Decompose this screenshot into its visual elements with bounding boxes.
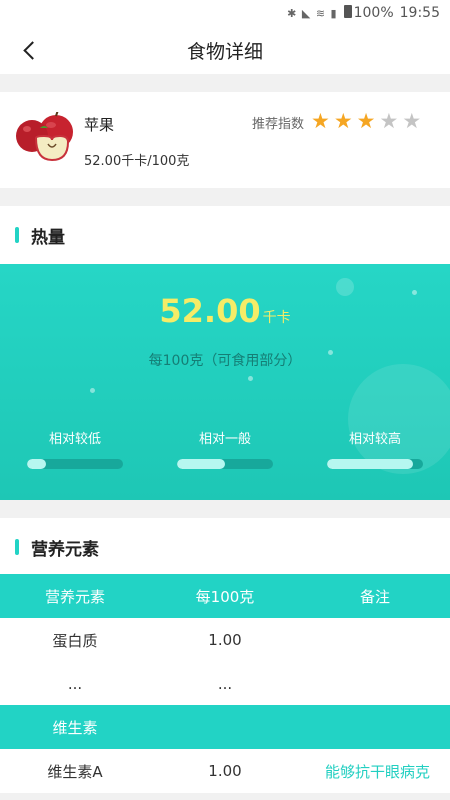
- level-track: [177, 459, 273, 469]
- decor-dot: [248, 376, 253, 381]
- chevron-left-icon: [22, 40, 42, 60]
- decor-dot: [90, 388, 95, 393]
- star-icon: ★: [402, 109, 422, 133]
- column-header-note: 备注: [359, 587, 390, 606]
- energy-per-label: 每100克（可食用部分）: [148, 353, 302, 369]
- nutrient-name: 蛋白质: [52, 631, 98, 650]
- energy-section-header: 热量: [0, 206, 450, 264]
- nutrition-table-header: 营养元素 每100克 备注: [0, 574, 450, 618]
- battery-level: 100%: [343, 5, 394, 21]
- level-fill: [327, 459, 414, 469]
- section-accent-bar: [15, 227, 19, 243]
- food-calories: 52.00千卡/100克: [84, 154, 190, 169]
- page-title: 食物详细: [186, 40, 263, 63]
- energy-unit: 千卡: [262, 310, 291, 326]
- star-icon: ★: [379, 109, 399, 133]
- level-label: 相对一般: [198, 432, 251, 447]
- level-track: [327, 459, 423, 469]
- energy-section-title: 热量: [31, 227, 65, 248]
- nutrient-amount: 1.00: [208, 631, 242, 649]
- star-icon: ★: [311, 109, 330, 133]
- nutrient-note: 能够抗干眼病克: [324, 762, 430, 781]
- level-high: 相对较高: [327, 428, 423, 469]
- status-time: 19:55: [399, 5, 440, 21]
- nutrition-section-title: 营养元素: [31, 539, 99, 560]
- level-fill: [177, 459, 225, 469]
- battery-icon: [343, 5, 352, 18]
- nutrient-name: ...: [67, 674, 83, 693]
- level-label: 相对较低: [48, 432, 101, 447]
- back-button[interactable]: [14, 34, 46, 66]
- column-header-amount: 每100克: [195, 587, 255, 606]
- table-row: ... ...: [0, 662, 450, 705]
- nutrient-name: 维生素A: [47, 762, 103, 781]
- food-name: 苹果: [84, 116, 115, 134]
- column-header-nutrient: 营养元素: [44, 587, 105, 606]
- star-icon: ★: [333, 109, 353, 133]
- energy-panel: 52.00 千卡 每100克（可食用部分） 相对较低 相对一般 相对较高: [0, 264, 450, 500]
- energy-number: 52.00: [159, 292, 261, 330]
- table-row: 维生素A 1.00 能够抗干眼病克: [0, 749, 450, 793]
- nutrient-amount: 1.00: [208, 762, 242, 780]
- star-icon: ★: [356, 109, 376, 133]
- apple-image: [16, 112, 73, 162]
- level-low: 相对较低: [27, 428, 123, 469]
- nav-bar: 食物详细: [0, 26, 450, 74]
- nutrition-section-header: 营养元素: [0, 518, 450, 576]
- food-card: 苹果 52.00千卡/100克 推荐指数 ★ ★ ★ ★ ★: [0, 92, 450, 188]
- energy-value: 52.00 千卡: [0, 292, 450, 330]
- level-track: [27, 459, 123, 469]
- level-label: 相对较高: [348, 432, 401, 447]
- vitamin-group-title: 维生素: [52, 718, 98, 737]
- recommend-label: 推荐指数: [252, 117, 305, 132]
- status-icons: ✱ ◣ ≋ ▮: [287, 6, 338, 20]
- nutrient-amount: ...: [217, 674, 233, 693]
- level-medium: 相对一般: [177, 428, 273, 469]
- status-bar: ✱ ◣ ≋ ▮ 100% 19:55: [0, 0, 450, 26]
- section-accent-bar: [15, 539, 19, 555]
- recommend-rating: ★ ★ ★ ★ ★: [311, 110, 421, 132]
- vitamin-group-header: 维生素: [0, 705, 450, 749]
- table-row: 蛋白质 1.00: [0, 618, 450, 662]
- level-fill: [27, 459, 47, 469]
